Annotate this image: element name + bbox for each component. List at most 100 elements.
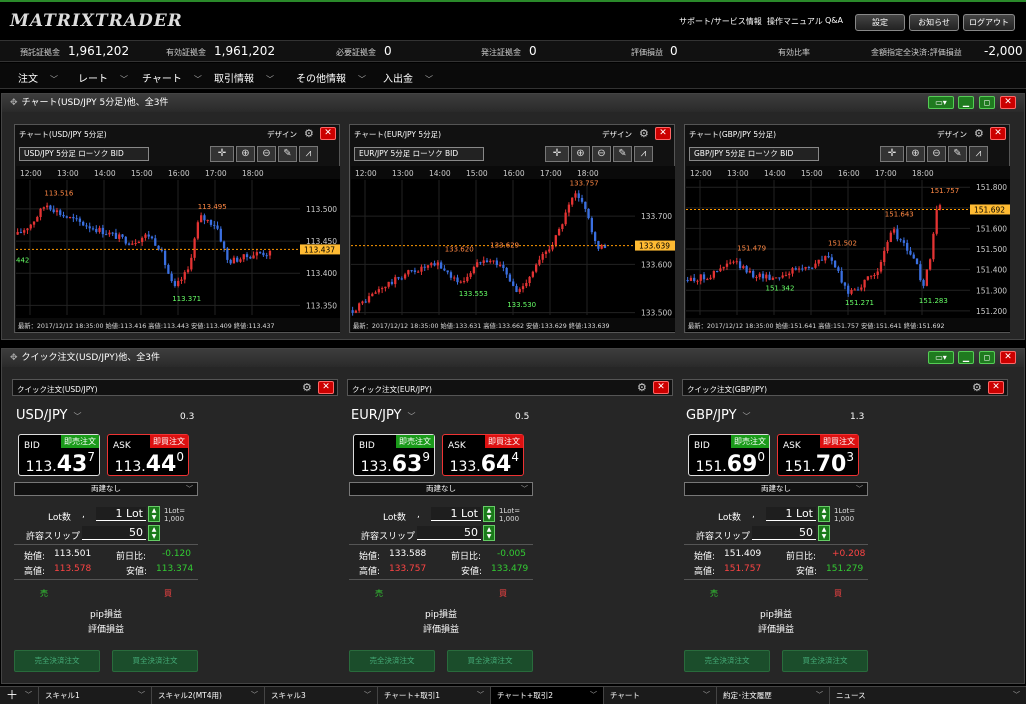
hedge-select[interactable]: 両建なし ﹀ <box>14 482 198 496</box>
bid-sell-button[interactable]: BID 即売注文 113.437 <box>18 434 100 477</box>
ask-buy-button[interactable]: ASK 即買注文 151.703 <box>777 434 859 477</box>
buy-close-all-button[interactable]: 買全決済注文 <box>782 650 868 672</box>
notice-button[interactable]: お知らせ <box>909 14 959 31</box>
manual-link[interactable]: 操作マニュアル <box>767 16 823 27</box>
chart-symbol-select[interactable]: USD/JPY 5分足 ローソク BID <box>19 147 149 161</box>
move-handle-icon[interactable]: ✥ <box>10 98 18 108</box>
zoom-in-icon[interactable]: ⊕ <box>571 146 590 162</box>
lot-stepper[interactable]: ▲ ▼ <box>148 506 160 522</box>
close-panel-button[interactable]: ✕ <box>988 381 1004 394</box>
gear-icon[interactable]: ⚙ <box>304 127 314 140</box>
menu-order[interactable]: 注文 ﹀ <box>18 70 58 85</box>
menu-trade-info[interactable]: 取引情報 ﹀ <box>214 70 274 85</box>
workspace-tab[interactable]: スキャル1 ﹀ <box>38 687 151 704</box>
hedge-select[interactable]: 両建なし ﹀ <box>684 482 868 496</box>
gear-icon[interactable]: ⚙ <box>302 381 312 394</box>
layout-menu-button[interactable]: ▭▾ <box>928 351 954 364</box>
maximize-button[interactable]: ◻ <box>979 351 995 364</box>
zoom-out-icon[interactable]: ⊖ <box>592 146 611 162</box>
zoom-in-icon[interactable]: ⊕ <box>236 146 255 162</box>
candlestick-chart[interactable]: 12:00 13:00 14:00 15:00 16:00 17:00 18:00 133.7… <box>351 166 675 332</box>
layout-menu-button[interactable]: ▭▾ <box>928 96 954 109</box>
close-panel-button[interactable]: ✕ <box>318 381 334 394</box>
lot-stepper[interactable]: ▲ ▼ <box>818 506 830 522</box>
menu-rate[interactable]: レート ﹀ <box>78 70 128 85</box>
candlestick-chart[interactable]: 12:00 13:00 14:00 15:00 16:00 17:00 18:00 113.5… <box>16 166 340 332</box>
gear-icon[interactable]: ⚙ <box>639 127 649 140</box>
indicator-icon[interactable]: ⩘ <box>634 146 653 162</box>
close-chart-button[interactable]: ✕ <box>320 127 336 140</box>
qa-link[interactable]: Q&A <box>825 16 843 25</box>
crosshair-icon[interactable]: ✛ <box>545 146 569 162</box>
buy-close-all-button[interactable]: 買全決済注文 <box>112 650 198 672</box>
zoom-in-icon[interactable]: ⊕ <box>906 146 925 162</box>
candlestick-chart[interactable]: 12:00 13:00 14:00 15:00 16:00 17:00 18:00 151.8… <box>686 166 1010 332</box>
workspace-tab[interactable]: チャート+取引2 ﹀ <box>490 687 603 704</box>
draw-pen-icon[interactable]: ✎ <box>613 146 632 162</box>
hedge-select[interactable]: 両建なし ﹀ <box>349 482 533 496</box>
menu-chart[interactable]: チャート ﹀ <box>142 70 202 85</box>
x-tick-label: 12:00 <box>690 169 712 178</box>
sell-close-all-button[interactable]: 売全決済注文 <box>684 650 770 672</box>
sell-close-all-button[interactable]: 売全決済注文 <box>14 650 100 672</box>
minimize-button[interactable]: ▁ <box>958 351 974 364</box>
sell-close-all-button[interactable]: 売全決済注文 <box>349 650 435 672</box>
gear-icon[interactable]: ⚙ <box>637 381 647 394</box>
symbol-select[interactable]: EUR/JPY ﹀ <box>351 408 415 423</box>
quick-order-section-header[interactable]: ✥ クイック注文(USD/JPY)他、全3件 <box>2 349 1024 367</box>
menu-other-info[interactable]: その他情報 ﹀ <box>296 70 366 85</box>
symbol-select[interactable]: USD/JPY ﹀ <box>16 408 82 423</box>
design-link[interactable]: デザイン <box>267 129 297 140</box>
close-chart-button[interactable]: ✕ <box>655 127 671 140</box>
workspace-tab[interactable]: スキャル3 ﹀ <box>264 687 377 704</box>
gear-icon[interactable]: ⚙ <box>972 381 982 394</box>
slippage-input[interactable]: 50 <box>417 526 481 540</box>
menu-deposit-withdraw[interactable]: 入出金 ﹀ <box>383 70 433 85</box>
close-chart-button[interactable]: ✕ <box>990 127 1006 140</box>
chart-section-header[interactable]: ✥ チャート(USD/JPY 5分足)他、全3件 <box>2 94 1024 112</box>
bid-sell-button[interactable]: BID 即売注文 151.690 <box>688 434 770 477</box>
ask-buy-button[interactable]: ASK 即買注文 133.644 <box>442 434 524 477</box>
bid-sell-button[interactable]: BID 即売注文 133.639 <box>353 434 435 477</box>
draw-pen-icon[interactable]: ✎ <box>278 146 297 162</box>
close-section-button[interactable]: ✕ <box>1000 96 1016 109</box>
design-link[interactable]: デザイン <box>937 129 967 140</box>
chart-symbol-select[interactable]: EUR/JPY 5分足 ローソク BID <box>354 147 484 161</box>
draw-pen-icon[interactable]: ✎ <box>948 146 967 162</box>
logout-button[interactable]: ログアウト <box>963 14 1015 31</box>
move-handle-icon[interactable]: ✥ <box>10 353 18 363</box>
slippage-input[interactable]: 50 <box>752 526 816 540</box>
support-link[interactable]: サポート/サービス情報 <box>679 16 762 27</box>
lot-stepper[interactable]: ▲ ▼ <box>483 506 495 522</box>
zoom-out-icon[interactable]: ⊖ <box>257 146 276 162</box>
add-tab-button[interactable]: ＋ ﹀ <box>0 687 38 704</box>
chart-symbol-select[interactable]: GBP/JPY 5分足 ローソク BID <box>689 147 819 161</box>
minimize-button[interactable]: ▁ <box>958 96 974 109</box>
workspace-tab[interactable]: スキャル2(MT4用) ﹀ <box>151 687 264 704</box>
symbol-select[interactable]: GBP/JPY ﹀ <box>686 408 751 423</box>
ask-buy-button[interactable]: ASK 即買注文 113.440 <box>107 434 189 477</box>
settings-button[interactable]: 設定 <box>855 14 905 31</box>
lot-input[interactable]: 1 Lot <box>431 507 481 521</box>
workspace-tab[interactable]: チャート ﹀ <box>603 687 716 704</box>
slippage-stepper[interactable]: ▲ ▼ <box>483 525 495 541</box>
indicator-icon[interactable]: ⩘ <box>969 146 988 162</box>
design-link[interactable]: デザイン <box>602 129 632 140</box>
zoom-out-icon[interactable]: ⊖ <box>927 146 946 162</box>
close-section-button[interactable]: ✕ <box>1000 351 1016 364</box>
gear-icon[interactable]: ⚙ <box>974 127 984 140</box>
close-panel-button[interactable]: ✕ <box>653 381 669 394</box>
workspace-tab[interactable]: 約定･注文履歴 ﹀ <box>716 687 829 704</box>
workspace-tab[interactable]: チャート+取引1 ﹀ <box>377 687 490 704</box>
crosshair-icon[interactable]: ✛ <box>880 146 904 162</box>
indicator-icon[interactable]: ⩘ <box>299 146 318 162</box>
crosshair-icon[interactable]: ✛ <box>210 146 234 162</box>
lot-input[interactable]: 1 Lot <box>96 507 146 521</box>
slippage-stepper[interactable]: ▲ ▼ <box>148 525 160 541</box>
buy-close-all-button[interactable]: 買全決済注文 <box>447 650 533 672</box>
slippage-input[interactable]: 50 <box>82 526 146 540</box>
slippage-stepper[interactable]: ▲ ▼ <box>818 525 830 541</box>
lot-input[interactable]: 1 Lot <box>766 507 816 521</box>
workspace-tab[interactable]: ニュース ﹀ <box>829 687 1026 704</box>
maximize-button[interactable]: ◻ <box>979 96 995 109</box>
